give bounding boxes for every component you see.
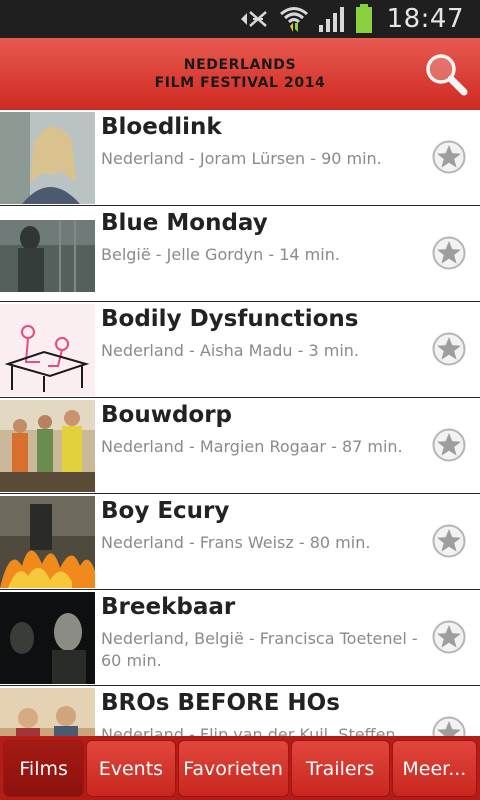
tab-films[interactable]: Films (3, 740, 85, 797)
tab-favorieten[interactable]: Favorieten (177, 740, 289, 797)
film-row[interactable]: Breekbaar Nederland, België - Francisca … (0, 590, 480, 686)
favorite-star-icon[interactable] (432, 140, 466, 174)
tab-trailers[interactable]: Trailers (290, 740, 390, 797)
film-meta: Nederland, België - Francisca Toetenel -… (101, 629, 418, 670)
tab-events[interactable]: Events (86, 740, 176, 797)
tab-meer[interactable]: Meer... (391, 740, 477, 797)
film-title: Bloedlink (101, 114, 222, 140)
signal-icon (317, 5, 347, 33)
film-meta: Nederland - Flip van der Kuil, Steffen (101, 725, 396, 736)
film-meta: Nederland - Margien Rogaar - 87 min. (101, 437, 403, 456)
mute-icon (237, 7, 271, 31)
film-title: Breekbaar (101, 594, 236, 620)
status-time: 18:47 (386, 4, 464, 34)
film-row[interactable]: Bouwdorp Nederland - Margien Rogaar - 87… (0, 398, 480, 494)
film-list[interactable]: Bloedlink Nederland - Joram Lürsen - 90 … (0, 110, 480, 736)
film-row[interactable]: Blue Monday België - Jelle Gordyn - 14 m… (0, 206, 480, 302)
favorite-star-icon[interactable] (432, 428, 466, 462)
film-row[interactable]: BROs BEFORE HOs Nederland - Flip van der… (0, 686, 480, 736)
film-title: BROs BEFORE HOs (101, 690, 340, 716)
search-button[interactable] (422, 50, 470, 98)
film-thumbnail (0, 112, 95, 204)
favorite-star-icon[interactable] (432, 524, 466, 558)
favorite-star-icon[interactable] (432, 332, 466, 366)
battery-icon (355, 4, 373, 34)
film-thumbnail (0, 496, 95, 588)
film-row[interactable]: Bloedlink Nederland - Joram Lürsen - 90 … (0, 110, 480, 206)
status-bar: 18:47 (0, 0, 480, 38)
film-meta: België - Jelle Gordyn - 14 min. (101, 245, 340, 264)
film-thumbnail (0, 208, 95, 300)
favorite-star-icon[interactable] (432, 236, 466, 270)
film-title: Bouwdorp (101, 402, 233, 428)
app-header: NEDERLANDS FILM FESTIVAL 2014 (0, 38, 480, 110)
film-thumbnail (0, 400, 95, 492)
festival-logo: NEDERLANDS FILM FESTIVAL 2014 (155, 56, 326, 92)
logo-line2: FILM FESTIVAL 2014 (154, 75, 326, 91)
favorite-star-icon[interactable] (432, 716, 466, 736)
favorite-star-icon[interactable] (432, 620, 466, 654)
logo-line1: NEDERLANDS (183, 57, 297, 73)
film-row[interactable]: Bodily Dysfunctions Nederland - Aisha Ma… (0, 302, 480, 398)
film-thumbnail (0, 592, 95, 684)
wifi-icon (279, 5, 309, 33)
film-thumbnail (0, 304, 95, 396)
film-thumbnail (0, 688, 95, 736)
film-meta: Nederland - Frans Weisz - 80 min. (101, 533, 371, 552)
film-meta: Nederland - Aisha Madu - 3 min. (101, 341, 360, 360)
film-title: Blue Monday (101, 210, 268, 236)
search-icon (426, 54, 468, 96)
film-row[interactable]: Boy Ecury Nederland - Frans Weisz - 80 m… (0, 494, 480, 590)
film-title: Bodily Dysfunctions (101, 306, 359, 332)
bottom-tab-bar: Films Events Favorieten Trailers Meer... (0, 736, 480, 800)
film-title: Boy Ecury (101, 498, 230, 524)
film-meta: Nederland - Joram Lürsen - 90 min. (101, 149, 382, 168)
